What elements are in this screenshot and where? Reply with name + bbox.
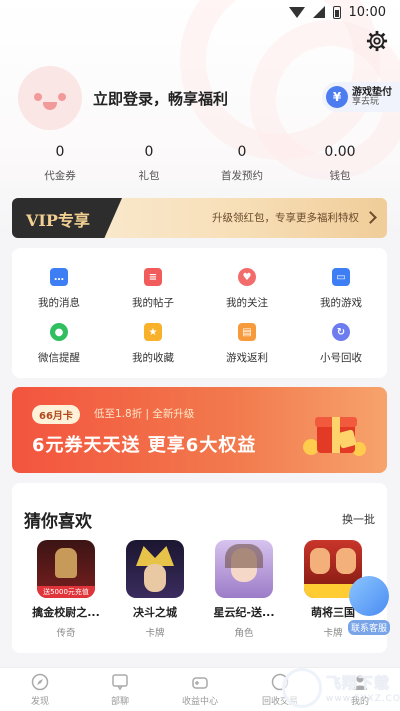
menu-item-label: 我的帖子 [132,297,174,309]
wechat-icon: ● [50,323,68,341]
stat-value: 0 [144,144,154,160]
menu-item-messages[interactable]: … 我的消息 [12,268,106,310]
stat-reservations[interactable]: 0 首发预约 [202,144,282,183]
customer-service-button[interactable]: 联系客服 [344,576,394,635]
settings-gear-icon[interactable] [366,30,388,52]
game-name: 擒金校尉之... [32,606,100,619]
recommend-title: 猜你喜欢 [24,512,92,532]
nebula-game-icon [215,540,273,598]
banner-headline: 6元券天天送 更享6大权益 [32,435,257,456]
wifi-icon [288,6,305,18]
login-prompt[interactable]: 立即登录，畅享福利 [93,88,228,109]
compass-icon [31,673,49,691]
watermark-url: www.FXXZ.COM [326,694,400,704]
nav-label: 发现 [30,697,49,707]
watermark-brand: 飞翔下载 [326,674,391,692]
vip-description: 升级领红包，专享更多福利特权 [212,212,359,224]
status-time: 10:00 [348,4,386,20]
monthly-card-tag: 66月卡 [32,405,80,424]
avatar-eye [34,93,42,101]
game-category: 卡牌 [145,628,165,639]
status-bar: 10:00 [0,0,400,24]
stat-label: 钱包 [329,170,351,182]
nav-discover[interactable]: 发现 [0,668,80,711]
stat-label: 代金券 [44,170,76,182]
chat-icon [111,673,129,691]
menu-item-label: 我的消息 [38,297,80,309]
stat-gifts[interactable]: 0 礼包 [109,144,189,183]
vip-title: VIP专享 [26,211,90,230]
banner-subtitle: 低至1.8折 | 全新升级 [94,408,195,420]
yen-coin-icon: ¥ [326,86,348,108]
duel-game-icon [126,540,184,598]
star-icon: ★ [144,323,162,341]
legend-game-icon: 送5000元充值 [37,540,95,598]
menu-item-favorites[interactable]: ★ 我的收藏 [106,323,200,365]
avatar-eye [58,93,66,101]
menu-item-follows[interactable]: ♥ 我的关注 [200,268,294,310]
signal-icon [312,6,325,18]
game-card[interactable]: 星云纪-送... 角色 [204,540,284,639]
rebate-icon: ▤ [238,323,256,341]
stat-wallet[interactable]: 0.00 钱包 [300,144,380,183]
menu-item-label: 我的关注 [226,297,268,309]
battery-icon [332,5,341,19]
game-category: 传奇 [56,628,76,639]
recycle-icon: ↻ [332,323,350,341]
stat-label: 首发预约 [221,170,263,182]
menu-item-label: 我的游戏 [320,297,362,309]
message-icon: … [50,268,68,286]
stat-label: 礼包 [138,170,160,182]
recommend-card: 猜你喜欢 换一批 送5000元充值 擒金校尉之... 传奇 决斗之城 卡牌 星云… [12,483,387,653]
game-card[interactable]: 送5000元充值 擒金校尉之... 传奇 [26,540,106,639]
menu-item-recycle[interactable]: ↻ 小号回收 [294,323,388,365]
avatar[interactable] [18,66,82,130]
customer-service-label: 联系客服 [347,620,390,635]
stat-value: 0 [237,144,247,160]
vip-banner[interactable]: VIP专享 升级领红包，专享更多福利特权 [12,198,387,238]
menu-card: … 我的消息 ≡ 我的帖子 ♥ 我的关注 ▭ 我的游戏 ● 微信提醒 ★ 我的收… [12,248,387,378]
avatar-mouth [43,102,57,110]
watermark: 飞翔下载 www.FXXZ.COM [280,666,400,711]
menu-item-label: 小号回收 [320,352,362,364]
menu-item-label: 微信提醒 [38,352,80,364]
gift-box-icon [303,417,366,456]
menu-item-label: 我的收藏 [132,352,174,364]
menu-item-label: 游戏返利 [226,352,268,364]
gamepad-icon [191,673,209,691]
prepay-subtitle: 享去玩 [352,96,380,107]
menu-item-games[interactable]: ▭ 我的游戏 [294,268,388,310]
prepay-title: 游戏垫付 [352,86,392,98]
refresh-button[interactable]: 换一批 [342,511,375,527]
nav-label: 部聊 [110,697,129,707]
game-card[interactable]: 决斗之城 卡牌 [115,540,195,639]
heart-icon: ♥ [238,268,256,286]
menu-item-rebate[interactable]: ▤ 游戏返利 [200,323,294,365]
menu-item-posts[interactable]: ≡ 我的帖子 [106,268,200,310]
stat-vouchers[interactable]: 0 代金券 [20,144,100,183]
game-name: 星云纪-送... [213,606,275,619]
game-badge: 送5000元充值 [37,586,95,598]
headset-icon [349,576,389,616]
chevron-right-icon [364,211,377,224]
game-category: 角色 [234,628,254,639]
watermark-logo-icon [282,668,322,708]
monthly-card-banner[interactable]: 66月卡 低至1.8折 | 全新升级 6元券天天送 更享6大权益 [12,387,387,473]
nav-chat[interactable]: 部聊 [80,668,160,711]
game-name: 决斗之城 [133,606,177,619]
stat-value: 0 [55,144,65,160]
stat-value: 0.00 [324,144,356,160]
menu-item-wechat[interactable]: ● 微信提醒 [12,323,106,365]
game-prepay-badge[interactable]: ¥ 游戏垫付 享去玩 [322,82,400,112]
nav-earnings[interactable]: 收益中心 [160,668,240,711]
post-icon: ≡ [144,268,162,286]
game-icon: ▭ [332,268,350,286]
nav-label: 收益中心 [181,697,218,707]
